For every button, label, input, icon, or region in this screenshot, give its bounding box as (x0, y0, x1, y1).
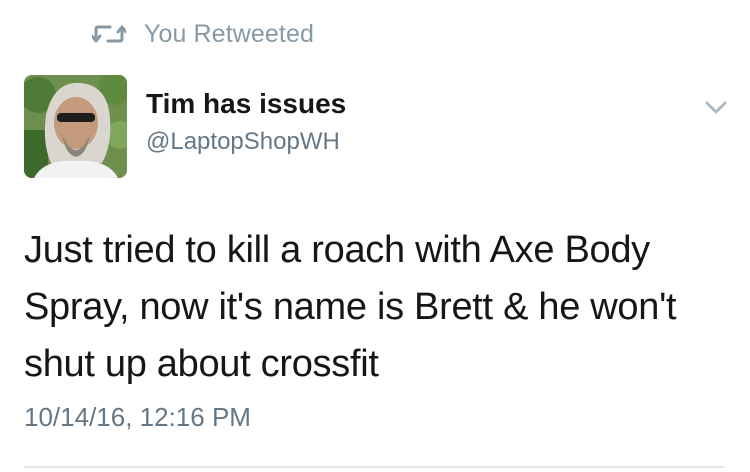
tweet-text: Just tried to kill a roach with Axe Body… (24, 229, 677, 385)
author-display-name[interactable]: Tim has issues (146, 88, 346, 120)
retweet-banner: You Retweeted (90, 18, 314, 50)
avatar[interactable] (24, 75, 127, 178)
divider (24, 466, 724, 468)
retweet-icon (90, 23, 128, 45)
author-handle[interactable]: @LaptopShopWH (146, 128, 340, 156)
chevron-down-icon[interactable] (705, 100, 727, 116)
tweet-card[interactable]: You Retweeted Tim has issues @LaptopShop… (0, 0, 750, 472)
retweet-label: You Retweeted (144, 19, 314, 48)
tweet-timestamp[interactable]: 10/14/16, 12:16 PM (24, 402, 251, 433)
